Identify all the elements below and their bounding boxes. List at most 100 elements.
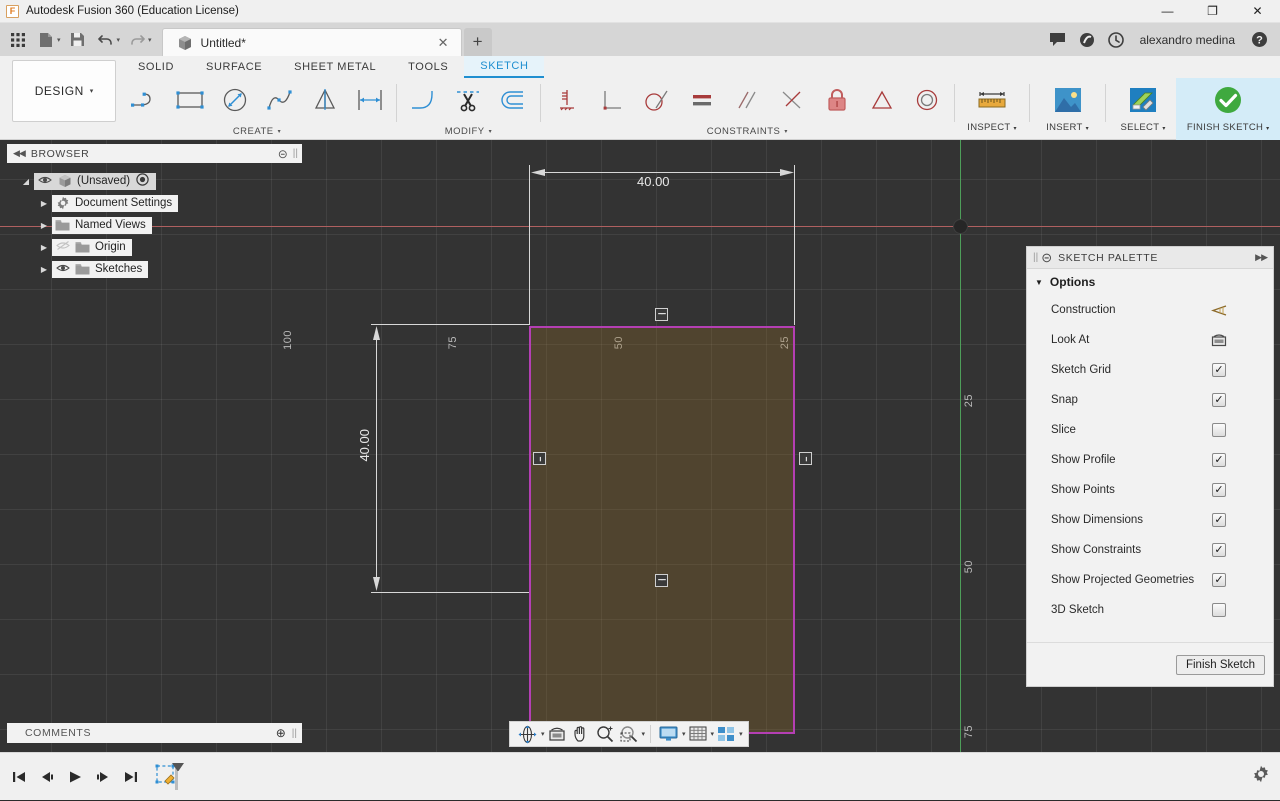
snap-checkbox[interactable]: ✓	[1212, 393, 1226, 407]
save-icon[interactable]	[65, 27, 91, 53]
browser-item-unsaved[interactable]: ◢ (Unsaved)	[18, 170, 308, 192]
timeline-go-end-button[interactable]	[120, 765, 142, 789]
insert-button[interactable]: INSERT ▾	[1034, 78, 1101, 140]
finish-sketch-button[interactable]: Finish Sketch	[1175, 654, 1265, 675]
timeline-settings-icon[interactable]	[1252, 765, 1270, 788]
tab-solid[interactable]: SOLID	[122, 56, 190, 78]
horizontal-constraint-marker[interactable]: ━━	[655, 308, 668, 321]
redo-caret-icon[interactable]: ▾	[148, 36, 152, 44]
expand-twisty-icon[interactable]: ▶	[36, 221, 52, 230]
height-dimension-value[interactable]: 40.00	[357, 429, 372, 462]
minimize-icon[interactable]: ⊝	[1041, 250, 1052, 266]
midpoint-constraint-icon[interactable]	[770, 79, 815, 121]
vertical-constraint-marker[interactable]: ━	[533, 452, 546, 465]
show-dimensions-checkbox[interactable]: ✓	[1212, 513, 1226, 527]
tangent-constraint-icon[interactable]	[635, 79, 680, 121]
construction-geometry-icon[interactable]	[1211, 304, 1227, 317]
timeline-play-button[interactable]	[64, 765, 86, 789]
palette-row-snap[interactable]: Snap ✓	[1027, 385, 1273, 415]
symmetry-constraint-icon[interactable]	[860, 79, 905, 121]
resize-grip-icon[interactable]: ||	[292, 728, 297, 739]
vertical-constraint-marker[interactable]: ━	[799, 452, 812, 465]
recent-activity-icon[interactable]	[1103, 27, 1129, 53]
finish-sketch-ribbon-button[interactable]: FINISH SKETCH ▾	[1176, 78, 1280, 140]
fix-unfix-constraint-icon[interactable]	[815, 79, 860, 121]
minimize-button[interactable]: —	[1145, 0, 1190, 23]
visibility-eye-icon[interactable]	[55, 263, 70, 276]
expand-twisty-icon[interactable]: ▶	[36, 243, 52, 252]
tab-surface[interactable]: SURFACE	[190, 56, 278, 78]
close-button[interactable]: ✕	[1235, 0, 1280, 23]
options-section-header[interactable]: ▼ Options	[1027, 269, 1273, 295]
palette-row-show-projected-geometries[interactable]: Show Projected Geometries ✓	[1027, 565, 1273, 595]
display-settings-icon[interactable]	[656, 722, 681, 746]
offset-icon[interactable]	[491, 79, 536, 121]
create-group-label[interactable]: CREATE ▾	[122, 122, 392, 140]
palette-row-show-profile[interactable]: Show Profile ✓	[1027, 445, 1273, 475]
spline-icon[interactable]	[257, 79, 302, 121]
close-icon[interactable]: ✕	[434, 35, 453, 51]
look-at-icon[interactable]	[545, 722, 569, 746]
timeline-go-start-button[interactable]	[8, 765, 30, 789]
minimize-icon[interactable]: ⊝	[278, 147, 288, 161]
tab-tools[interactable]: TOOLS	[392, 56, 464, 78]
hidden-eye-icon[interactable]	[55, 240, 70, 254]
expand-twisty-icon[interactable]: ▶	[36, 199, 52, 208]
show-profile-checkbox[interactable]: ✓	[1212, 453, 1226, 467]
timeline-sketch-feature[interactable]	[154, 760, 190, 794]
grid-snaps-icon[interactable]	[686, 722, 710, 746]
undo-icon[interactable]	[93, 27, 119, 53]
browser-item-origin[interactable]: ▶ Origin	[18, 236, 308, 258]
perpendicular-constraint-icon[interactable]	[590, 79, 635, 121]
parallel-constraint-icon[interactable]	[725, 79, 770, 121]
tab-sheet-metal[interactable]: SHEET METAL	[278, 56, 392, 78]
add-comment-icon[interactable]: ⊕	[276, 726, 286, 740]
sketch-profile-rectangle[interactable]	[529, 326, 795, 734]
help-icon[interactable]: ?	[1246, 27, 1272, 53]
job-status-icon[interactable]	[1074, 27, 1100, 53]
inspect-button[interactable]: INSPECT ▾	[959, 78, 1026, 140]
app-grid-icon[interactable]	[5, 27, 31, 53]
palette-row-slice[interactable]: Slice	[1027, 415, 1273, 445]
expand-twisty-icon[interactable]: ▶	[36, 265, 52, 274]
zoom-window-icon[interactable]	[617, 722, 641, 746]
concentric-constraint-icon[interactable]	[905, 79, 950, 121]
orbit-icon[interactable]	[515, 722, 540, 746]
browser-item-document-settings[interactable]: ▶ Document Settings	[18, 192, 308, 214]
show-constraints-checkbox[interactable]: ✓	[1212, 543, 1226, 557]
trim-icon[interactable]	[446, 79, 491, 121]
viewports-icon[interactable]	[714, 722, 738, 746]
constraints-group-label[interactable]: CONSTRAINTS ▾	[545, 122, 950, 140]
rectangle-icon[interactable]	[167, 79, 212, 121]
width-dimension-value[interactable]: 40.00	[637, 174, 670, 189]
fillet-icon[interactable]	[401, 79, 446, 121]
slice-checkbox[interactable]	[1212, 423, 1226, 437]
activate-component-icon[interactable]	[135, 173, 150, 189]
palette-row-3d-sketch[interactable]: 3D Sketch	[1027, 595, 1273, 625]
expand-panel-icon[interactable]: ▶▶	[1255, 252, 1268, 263]
document-tab[interactable]: Untitled* ✕	[161, 28, 462, 56]
resize-grip-icon[interactable]: ||	[293, 148, 298, 159]
chevron-down-icon[interactable]: ▾	[739, 730, 743, 738]
horizontal-constraint-marker[interactable]: ━━	[655, 574, 668, 587]
show-points-checkbox[interactable]: ✓	[1212, 483, 1226, 497]
modify-group-label[interactable]: MODIFY ▾	[401, 122, 536, 140]
3d-sketch-checkbox[interactable]	[1212, 603, 1226, 617]
look-at-icon[interactable]	[1211, 333, 1227, 347]
pan-icon[interactable]	[569, 722, 593, 746]
equal-constraint-icon[interactable]	[680, 79, 725, 121]
line-icon[interactable]	[122, 79, 167, 121]
select-button[interactable]: SELECT ▾	[1110, 78, 1177, 140]
palette-row-sketch-grid[interactable]: Sketch Grid ✓	[1027, 355, 1273, 385]
timeline-step-forward-button[interactable]	[92, 765, 114, 789]
maximize-button[interactable]: ❐	[1190, 0, 1235, 23]
new-tab-button[interactable]: +	[463, 28, 492, 56]
palette-row-construction[interactable]: Construction	[1027, 295, 1273, 325]
comments-icon[interactable]	[1045, 27, 1071, 53]
redo-icon[interactable]	[124, 27, 150, 53]
palette-row-show-dimensions[interactable]: Show Dimensions ✓	[1027, 505, 1273, 535]
origin-point[interactable]	[953, 219, 968, 234]
workspace-switcher[interactable]: DESIGN ▾	[12, 60, 116, 122]
palette-row-show-points[interactable]: Show Points ✓	[1027, 475, 1273, 505]
sketch-grid-checkbox[interactable]: ✓	[1212, 363, 1226, 377]
